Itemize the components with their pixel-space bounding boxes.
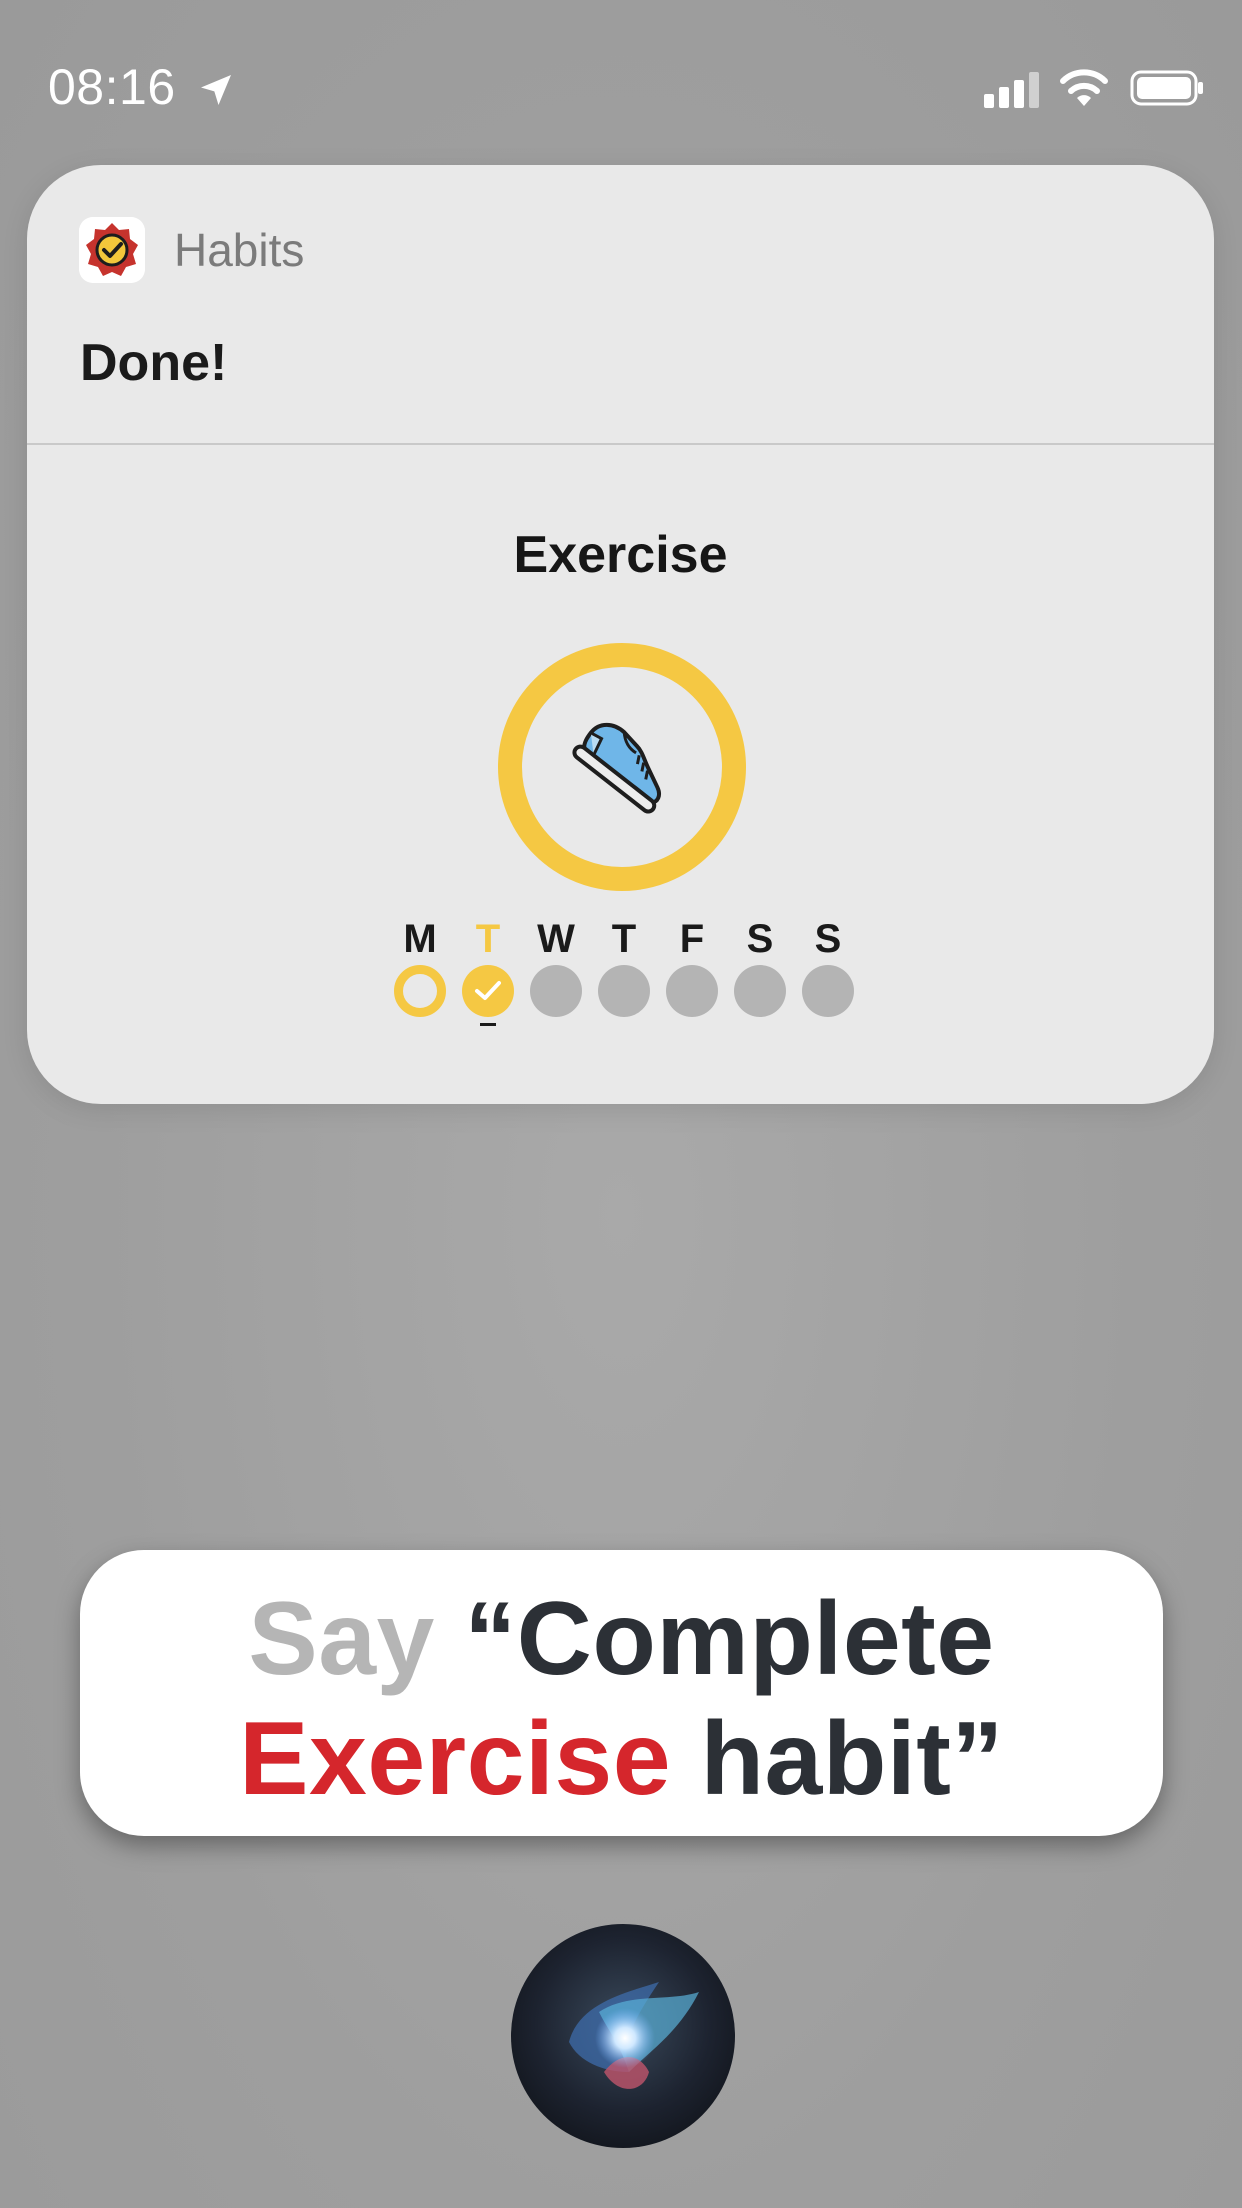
siri-result-card[interactable]: Habits Done! Exercise M T W T F S S (27, 165, 1214, 1104)
day-dot-fri (666, 965, 718, 1017)
day-dot-wed (530, 965, 582, 1017)
cellular-signal-icon (984, 72, 1039, 108)
battery-icon (1130, 70, 1203, 106)
checkmark-icon (475, 981, 501, 1000)
siri-orb-icon[interactable] (509, 1922, 737, 2150)
today-indicator (480, 1023, 496, 1026)
day-label-sat: S (746, 917, 774, 961)
wifi-icon (1060, 69, 1108, 106)
day-dot-sat (734, 965, 786, 1017)
day-dot-mon (394, 965, 446, 1017)
prompt-say: Say (248, 1581, 435, 1697)
day-dot-thu (598, 965, 650, 1017)
habits-app-icon (79, 217, 145, 283)
prompt-phrase-start: “Complete (464, 1581, 995, 1697)
status-time: 08:16 (48, 59, 176, 115)
habit-title: Exercise (513, 526, 728, 584)
prompt-line-2: Exercise habit” (80, 1700, 1163, 1819)
prompt-line-1: Say “Complete (80, 1580, 1163, 1699)
siri-phrase-prompt: Say “Complete Exercise habit” (80, 1550, 1163, 1836)
day-label-thu: T (611, 917, 637, 961)
day-dot-sun (802, 965, 854, 1017)
sneaker-icon (572, 722, 661, 814)
day-label-tue: T (475, 917, 501, 961)
result-message: Done! (80, 334, 228, 392)
location-arrow-icon (201, 75, 231, 105)
app-name: Habits (174, 224, 305, 276)
day-dot-tue (462, 965, 514, 1017)
prompt-habit-name: Exercise (239, 1701, 672, 1817)
day-label-wed: W (537, 917, 575, 961)
prompt-phrase-end: habit” (700, 1701, 1004, 1817)
day-label-fri: F (679, 917, 705, 961)
status-bar: 08:16 (0, 0, 1242, 170)
card-divider (27, 443, 1214, 445)
day-label-mon: M (403, 917, 437, 961)
day-label-sun: S (814, 917, 842, 961)
